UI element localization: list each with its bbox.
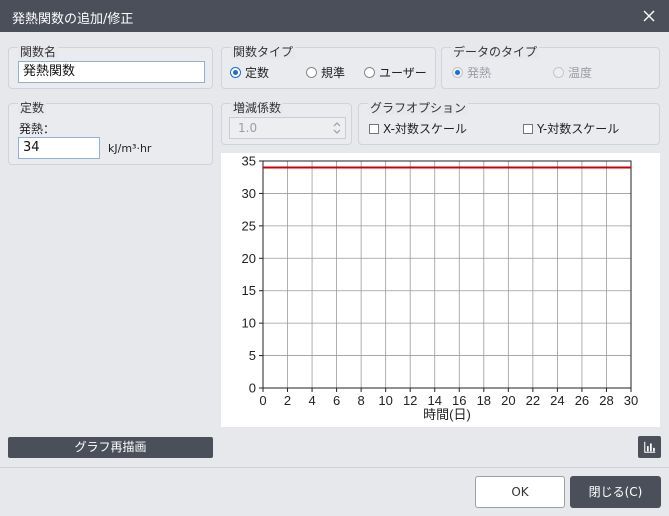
x-tick-label: 24 [550,393,564,408]
close-button[interactable]: 閉じる(C) [570,476,661,508]
y-tick-label: 35 [242,154,256,169]
x-tick-label: 14 [427,393,441,408]
x-tick-label: 10 [378,393,392,408]
data-type-label: データのタイプ [451,45,540,59]
radio-label: 温度 [568,66,593,80]
plot-area [262,160,632,389]
heat-function-chart: 0 2 4 6 8 10 12 14 16 18 20 22 24 26 28 300510152025303… [242,154,639,423]
x-log-checkbox[interactable]: X-対数スケール [369,120,467,137]
ok-button[interactable]: OK [475,476,565,508]
function-name-label: 関数名 [18,45,59,59]
y-tick-label: 25 [242,218,256,233]
spinner-arrows-icon[interactable] [332,119,342,137]
y-log-checkbox[interactable]: Y-対数スケール [523,120,619,137]
y-tick-label: 15 [242,283,256,298]
x-tick-label: 30 [624,393,638,408]
chart-panel: 0 2 4 6 8 10 12 14 16 18 20 22 24 26 28 30 0 5 10 15 20 25 30 3… [221,153,660,427]
data-type-temperature-radio[interactable]: 温度 [553,64,592,81]
x-tick-label: 12 [403,393,417,408]
heat-unit-label: kJ/m³·hr [108,142,152,155]
y-tick-label: 20 [242,251,256,266]
x-axis-label: 時間(日) [423,407,471,422]
function-type-label: 関数タイプ [231,45,296,59]
heat-value-input[interactable]: 34 [18,137,100,159]
x-tick-label: 0 [259,393,266,408]
heat-field-label: 発熱： [19,122,56,136]
function-type-user-radio[interactable]: ユーザー [364,64,427,81]
x-tick-label: 20 [501,393,515,408]
x-tick-label: 26 [575,393,589,408]
x-tick-label: 4 [308,393,315,408]
checkbox-box [523,123,533,134]
redraw-graph-button[interactable]: グラフ再描画 [8,437,213,458]
constant-group: 定数 発熱： 34 kJ/m³·hr [8,101,213,165]
function-name-input[interactable]: 発熱関数 [18,61,205,83]
graph-options-label: グラフオプション [368,101,469,115]
data-type-heat-radio[interactable]: 発熱 [452,64,491,81]
radio-dot [230,67,241,78]
radio-label: 発熱 [467,66,492,80]
checkbox-label: X-対数スケール [383,122,467,136]
x-tick-label: 18 [477,393,491,408]
chart-view-button[interactable] [638,436,661,458]
x-tick-label: 6 [333,393,340,408]
function-type-standard-radio[interactable]: 規準 [306,64,345,81]
window-title: 発熱関数の追加/修正 [12,12,134,27]
y-tick-label: 30 [242,186,256,201]
x-tick-label: 2 [284,393,291,408]
checkbox-label: Y-対数スケール [537,122,620,136]
checkbox-box [369,123,379,134]
function-type-constant-radio[interactable]: 定数 [230,64,269,81]
increment-value: 1.0 [238,121,258,135]
increment-spinner[interactable]: 1.0 [229,117,346,139]
constant-label: 定数 [18,101,47,115]
radio-dot [553,67,564,78]
y-tick-label: 0 [249,381,256,396]
radio-label: 定数 [245,66,270,80]
radio-dot [452,67,463,78]
x-tick-label: 28 [599,393,613,408]
data-type-group: データのタイプ 発熱 温度 [441,45,660,89]
radio-label: 規準 [321,66,346,80]
radio-dot [364,67,375,78]
x-tick-label: 16 [452,393,466,408]
increment-label: 増減係数 [231,101,284,115]
radio-dot [306,67,317,78]
bar-chart-icon [643,441,655,453]
y-tick-label: 10 [242,316,256,331]
x-tick-label: 22 [526,393,540,408]
function-name-group: 関数名 発熱関数 [8,45,213,89]
function-type-group: 関数タイプ 定数 規準 ユーザー [221,45,436,89]
graph-options-group: グラフオプション X-対数スケール Y-対数スケール [358,101,660,145]
increment-group: 増減係数 1.0 [221,101,352,145]
y-tick-label: 5 [249,348,256,363]
footer-divider [0,467,669,468]
x-tick-label: 8 [358,393,365,408]
title-bar: 発熱関数の追加/修正 [0,0,669,32]
close-icon[interactable] [639,6,659,26]
radio-label: ユーザー [379,66,427,80]
